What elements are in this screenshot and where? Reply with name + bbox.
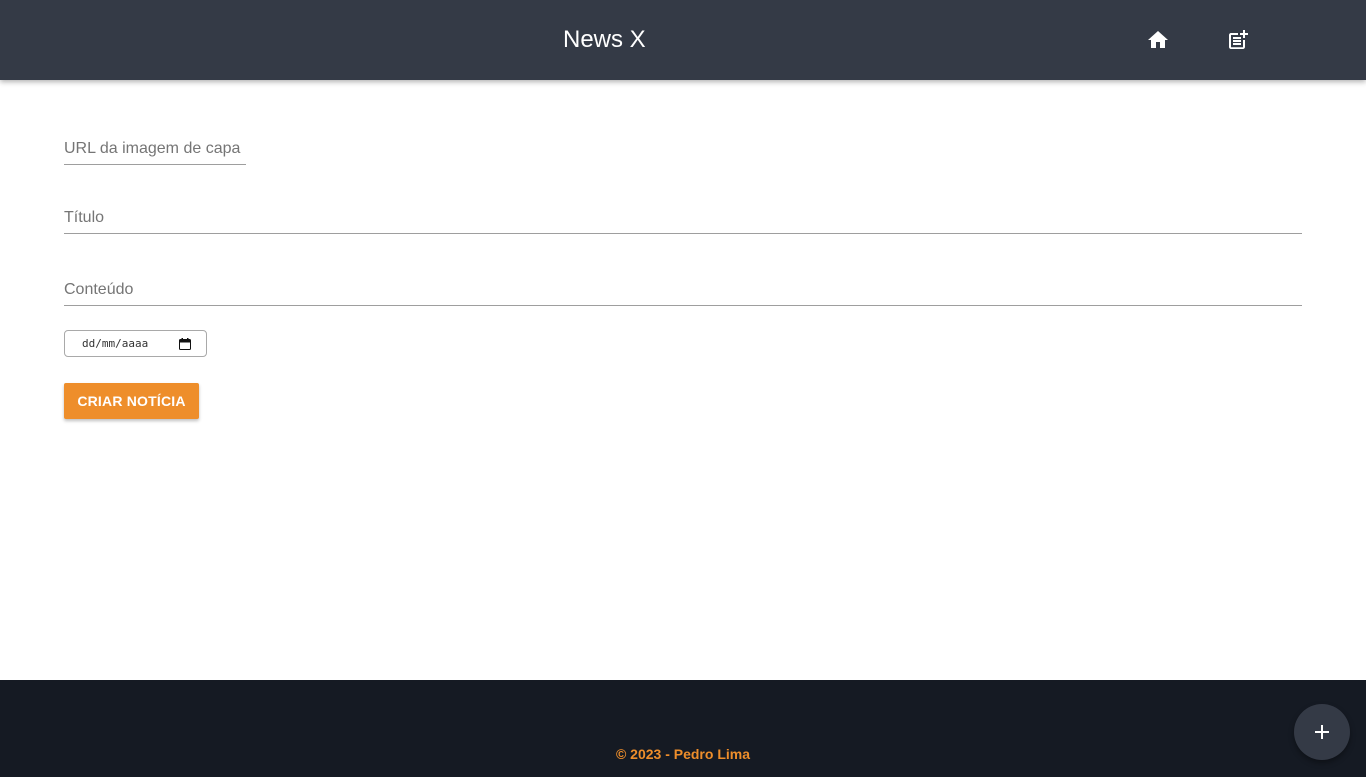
content-label: Conteúdo	[64, 281, 134, 298]
cover-url-field[interactable]: URL da imagem de capa	[64, 135, 246, 165]
date-placeholder: dd/mm/aaaa	[82, 337, 149, 350]
brand-title[interactable]: News X	[563, 23, 646, 57]
title-label: Título	[64, 209, 105, 226]
add-fab-button[interactable]	[1294, 704, 1350, 760]
cover-url-label: URL da imagem de capa	[64, 140, 241, 157]
home-icon[interactable]	[1146, 28, 1170, 52]
content-field[interactable]: Conteúdo	[64, 276, 1302, 306]
post-add-icon[interactable]	[1226, 28, 1250, 52]
navbar: News X	[0, 0, 1366, 80]
date-input[interactable]: dd/mm/aaaa	[64, 330, 207, 357]
footer-copyright: © 2023 - Pedro Lima	[615, 746, 751, 762]
calendar-icon[interactable]	[179, 338, 191, 350]
plus-icon	[1315, 725, 1329, 739]
title-field[interactable]: Título	[64, 204, 1302, 234]
footer: © 2023 - Pedro Lima	[0, 680, 1366, 777]
create-news-button[interactable]: CRIAR NOTÍCIA	[64, 383, 199, 419]
